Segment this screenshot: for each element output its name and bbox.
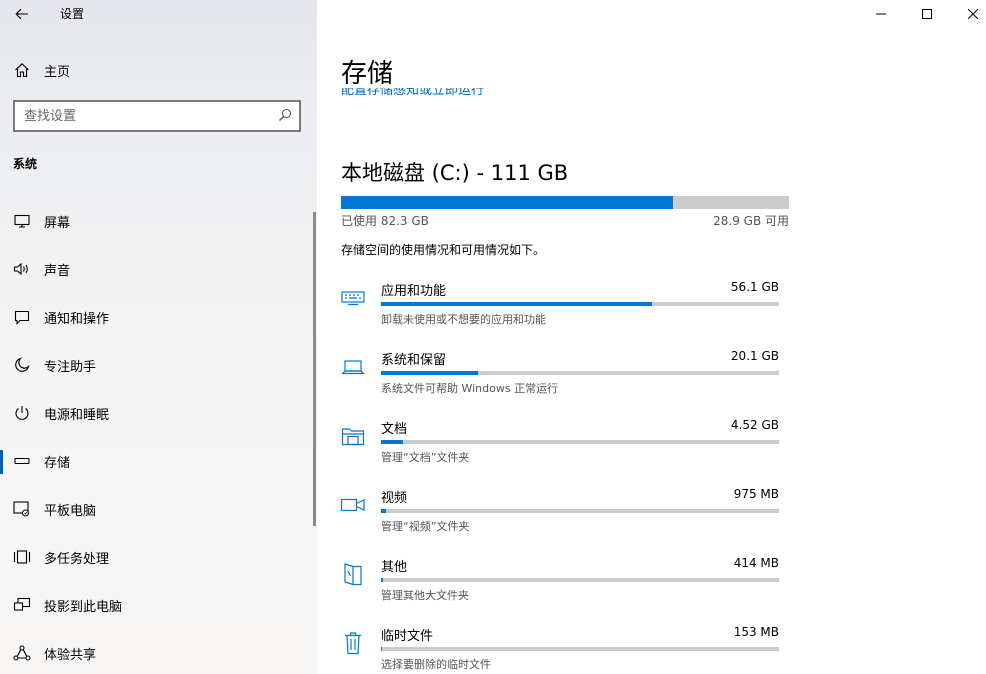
minimize-icon xyxy=(876,13,886,15)
speaker-icon xyxy=(12,259,32,279)
monitor-icon xyxy=(12,211,32,231)
disk-usage-fill xyxy=(341,196,674,209)
category-description: 管理其他大文件夹 xyxy=(381,589,469,602)
category-bar xyxy=(381,509,779,513)
sidebar-item-storage[interactable]: 存储 xyxy=(0,441,317,481)
storage-sense-link[interactable]: 配置存储感知或立即运行 xyxy=(341,88,501,98)
video-icon xyxy=(339,493,367,517)
sidebar-item-display[interactable]: 屏幕 xyxy=(0,201,317,241)
category-documents[interactable]: 文档 4.52 GB 管理“文档”文件夹 xyxy=(339,418,779,474)
disk-free-label: 28.9 GB 可用 xyxy=(713,214,789,228)
sidebar-item-label: 通知和操作 xyxy=(44,311,110,327)
message-icon xyxy=(12,307,32,327)
category-system[interactable]: 系统和保留 20.1 GB 系统文件可帮助 Windows 正常运行 xyxy=(339,349,779,405)
category-name: 应用和功能 xyxy=(381,284,447,299)
category-size: 20.1 GB xyxy=(730,349,779,363)
category-temp[interactable]: 临时文件 153 MB 选择要删除的临时文件 xyxy=(339,625,779,674)
multitask-icon xyxy=(12,547,32,567)
category-bar xyxy=(381,578,779,582)
keyboard-icon xyxy=(339,286,367,310)
category-size: 4.52 GB xyxy=(730,418,779,432)
disk-usage-bar xyxy=(341,196,789,209)
close-icon xyxy=(968,9,978,19)
sidebar: 设置 主页 系统 屏幕 声音 通知和操作 专注助手 xyxy=(0,0,317,674)
search-icon xyxy=(279,108,292,121)
file-icon xyxy=(339,562,367,586)
category-description: 管理“文档”文件夹 xyxy=(381,451,470,464)
category-size: 975 MB xyxy=(733,487,779,501)
category-size: 414 MB xyxy=(733,556,779,570)
category-bar-fill xyxy=(381,509,386,513)
category-name: 文档 xyxy=(381,422,408,437)
sidebar-item-label: 存储 xyxy=(44,455,71,471)
sidebar-item-label: 平板电脑 xyxy=(44,503,97,519)
main-panel: 存储 配置存储感知或立即运行 本地磁盘 (C:) - 111 GB 已使用 82… xyxy=(317,0,986,674)
sidebar-item-multitasking[interactable]: 多任务处理 xyxy=(0,537,317,577)
category-videos[interactable]: 视频 975 MB 管理“视频”文件夹 xyxy=(339,487,779,543)
maximize-button[interactable] xyxy=(904,0,950,28)
category-bar-fill xyxy=(381,371,479,375)
category-name: 系统和保留 xyxy=(381,353,447,368)
sidebar-item-label: 专注助手 xyxy=(44,359,97,375)
category-bar xyxy=(381,302,779,306)
search-box[interactable] xyxy=(13,100,301,132)
category-description: 选择要删除的临时文件 xyxy=(381,658,491,671)
sidebar-item-label: 电源和睡眠 xyxy=(44,407,110,423)
category-bar xyxy=(381,371,779,375)
power-icon xyxy=(12,403,32,423)
sidebar-item-label: 多任务处理 xyxy=(44,551,110,567)
storage-icon xyxy=(12,451,32,471)
page-title: 存储 xyxy=(341,59,394,89)
category-other[interactable]: 其他 414 MB 管理其他大文件夹 xyxy=(339,556,779,612)
sidebar-item-notifications[interactable]: 通知和操作 xyxy=(0,297,317,337)
minimize-button[interactable] xyxy=(858,0,904,28)
category-bar-fill xyxy=(381,302,653,306)
search-input[interactable] xyxy=(24,107,264,125)
moon-icon xyxy=(12,355,32,375)
app-title: 设置 xyxy=(60,7,85,21)
category-description: 管理“视频”文件夹 xyxy=(381,520,470,533)
category-bar-fill xyxy=(381,578,383,582)
category-bar xyxy=(381,647,779,651)
category-description: 系统文件可帮助 Windows 正常运行 xyxy=(381,382,559,395)
category-apps[interactable]: 应用和功能 56.1 GB 卸载未使用或不想要的应用和功能 xyxy=(339,280,779,336)
category-size: 153 MB xyxy=(733,625,779,639)
trash-icon xyxy=(339,631,367,655)
tablet-icon xyxy=(12,499,32,519)
maximize-icon xyxy=(922,9,932,19)
category-size: 56.1 GB xyxy=(730,280,779,294)
sidebar-item-projecting[interactable]: 投影到此电脑 xyxy=(0,585,317,625)
storage-description: 存储空间的使用情况和可用情况如下。 xyxy=(341,243,546,257)
sidebar-item-tablet[interactable]: 平板电脑 xyxy=(0,489,317,529)
disk-title: 本地磁盘 (C:) - 111 GB xyxy=(341,161,569,185)
laptop-icon xyxy=(339,355,367,379)
sidebar-item-focus[interactable]: 专注助手 xyxy=(0,345,317,385)
close-button[interactable] xyxy=(950,0,986,28)
home-nav[interactable]: 主页 xyxy=(0,50,317,90)
sidebar-item-label: 屏幕 xyxy=(44,215,71,231)
category-bar-fill xyxy=(381,440,403,444)
sidebar-item-shared[interactable]: 体验共享 xyxy=(0,633,317,673)
project-icon xyxy=(12,595,32,615)
category-name: 视频 xyxy=(381,491,408,506)
sidebar-item-label: 投影到此电脑 xyxy=(44,599,123,615)
storage-sense-link-text: 配置存储感知或立即运行 xyxy=(341,88,485,98)
category-name: 其他 xyxy=(381,560,408,575)
back-arrow-icon xyxy=(15,8,28,20)
section-label: 系统 xyxy=(13,157,38,171)
folder-icon xyxy=(339,424,367,448)
home-label: 主页 xyxy=(44,64,71,80)
category-bar xyxy=(381,440,779,444)
sidebar-item-label: 声音 xyxy=(44,263,71,279)
category-description: 卸载未使用或不想要的应用和功能 xyxy=(381,313,546,326)
home-icon xyxy=(12,60,32,80)
sidebar-scrollbar[interactable] xyxy=(313,212,316,526)
sidebar-item-sound[interactable]: 声音 xyxy=(0,249,317,289)
sidebar-item-label: 体验共享 xyxy=(44,647,97,663)
category-bar-fill xyxy=(381,647,382,651)
back-button[interactable] xyxy=(0,0,44,28)
category-name: 临时文件 xyxy=(381,629,434,644)
share-icon xyxy=(12,643,32,663)
sidebar-item-power[interactable]: 电源和睡眠 xyxy=(0,393,317,433)
